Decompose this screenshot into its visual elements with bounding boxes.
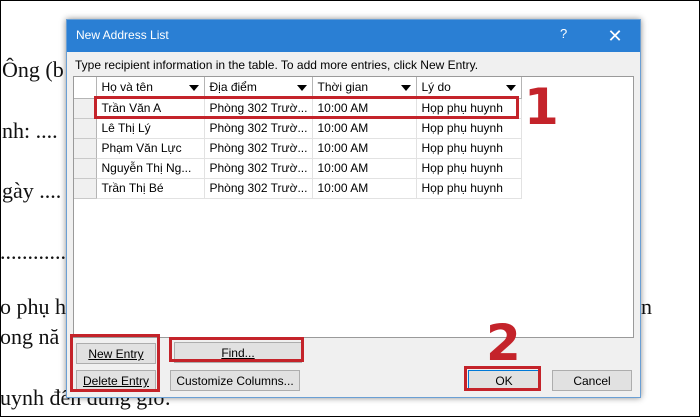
step-number-2: 2 [486, 314, 521, 372]
dropdown-arrow-icon[interactable] [188, 85, 199, 91]
table-row[interactable]: Lê Thị Lý Phòng 302 Trườ... 10:00 AM Họp… [74, 118, 522, 139]
doc-line: o phụ h [0, 294, 66, 319]
column-header-label: Lý do [421, 80, 451, 95]
doc-line: n [641, 294, 652, 319]
doc-line: gày .... [2, 178, 62, 203]
column-header[interactable]: Họ và tên [96, 77, 205, 99]
table-cell[interactable]: Phòng 302 Trườ... [204, 178, 313, 199]
column-header[interactable]: Lý do [416, 77, 522, 99]
table-cell[interactable]: Phòng 302 Trườ... [204, 158, 313, 179]
table-row[interactable]: Trần Thị Bé Phòng 302 Trườ... 10:00 AM H… [74, 178, 522, 199]
table-cell[interactable]: 10:00 AM [312, 158, 417, 179]
step-number-1: 1 [524, 78, 559, 136]
row-selector[interactable] [74, 118, 97, 139]
instruction-text: Type recipient information in the table.… [75, 58, 479, 72]
table-cell[interactable]: 10:00 AM [312, 138, 417, 159]
dropdown-arrow-icon[interactable] [400, 85, 411, 91]
column-header[interactable]: Địa điểm [204, 77, 313, 99]
table-cell[interactable]: Họp phụ huynh [416, 178, 522, 199]
row-selector[interactable] [74, 158, 97, 179]
table-cell[interactable]: Phòng 302 Trườ... [204, 138, 313, 159]
customize-columns-button[interactable]: Customize Columns... [170, 370, 300, 391]
table-cell[interactable]: Phòng 302 Trườ... [204, 118, 313, 139]
dropdown-arrow-icon[interactable] [505, 85, 516, 91]
title-bar[interactable]: New Address List ? ✕ [67, 20, 640, 52]
highlight-find-button [169, 337, 304, 362]
doc-line: ............ [0, 239, 66, 264]
dropdown-arrow-icon[interactable] [296, 85, 307, 91]
column-header[interactable]: Thời gian [312, 77, 417, 99]
table-cell[interactable]: Lê Thị Lý [96, 118, 205, 139]
table-cell[interactable]: Trần Thị Bé [96, 178, 205, 199]
row-selector[interactable] [74, 98, 97, 119]
table-row[interactable]: Nguyễn Thị Ng... Phòng 302 Trườ... 10:00… [74, 158, 522, 179]
doc-line: nh: .... [2, 118, 58, 143]
table-cell[interactable]: Họp phụ huynh [416, 138, 522, 159]
column-header-label: Địa điểm [209, 80, 257, 95]
select-all-cell[interactable] [74, 77, 97, 99]
cancel-label: Cancel [573, 374, 611, 388]
table-row[interactable]: Phạm Văn Lực Phòng 302 Trườ... 10:00 AM … [74, 138, 522, 159]
dialog-title: New Address List [76, 28, 169, 42]
customize-columns-label: Customize Columns... [176, 374, 294, 388]
table-header-row: Họ và tên Địa điểm Thời gian Lý do [74, 77, 522, 99]
table-cell[interactable]: Phạm Văn Lực [96, 138, 205, 159]
table-cell[interactable]: Họp phụ huynh [416, 158, 522, 179]
cancel-button[interactable]: Cancel [552, 370, 632, 391]
column-header-label: Thời gian [317, 80, 369, 95]
row-selector[interactable] [74, 178, 97, 199]
table-cell[interactable]: 10:00 AM [312, 118, 417, 139]
row-selector[interactable] [74, 138, 97, 159]
highlight-first-row [94, 96, 519, 119]
table-cell[interactable]: 10:00 AM [312, 178, 417, 199]
close-icon[interactable]: ✕ [600, 23, 630, 49]
doc-line: Ông (b [2, 57, 64, 82]
doc-line: ong nă [0, 324, 60, 349]
table-cell[interactable]: Họp phụ huynh [416, 118, 522, 139]
table-cell[interactable]: Nguyễn Thị Ng... [96, 158, 205, 179]
help-button[interactable]: ? [560, 26, 567, 41]
highlight-new-delete-buttons [70, 334, 160, 392]
column-header-label: Họ và tên [101, 80, 153, 95]
